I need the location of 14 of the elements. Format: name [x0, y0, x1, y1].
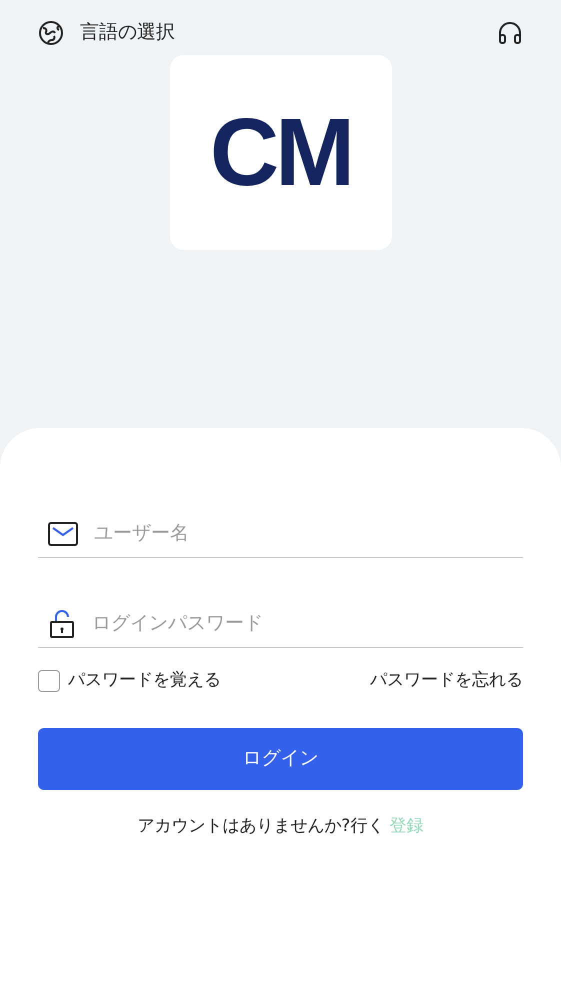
globe-icon [38, 20, 64, 46]
headset-icon[interactable] [497, 20, 523, 46]
logo: CM [170, 55, 392, 250]
envelope-icon [48, 522, 78, 546]
remember-label[interactable]: パスワードを覚える [68, 668, 221, 694]
forgot-password-link[interactable]: パスワードを忘れる [370, 668, 523, 694]
remember-checkbox[interactable] [38, 670, 60, 692]
username-field[interactable]: ユーザー名 [94, 519, 523, 548]
password-field[interactable]: ログインパスワード [92, 609, 523, 638]
language-label[interactable]: 言語の選択 [80, 18, 175, 47]
language-selector[interactable]: 言語の選択 [38, 18, 175, 47]
signup-prompt: アカウントはありませんか?行く [137, 816, 384, 836]
login-button[interactable]: ログイン [38, 728, 523, 790]
padlock-icon [48, 608, 76, 638]
